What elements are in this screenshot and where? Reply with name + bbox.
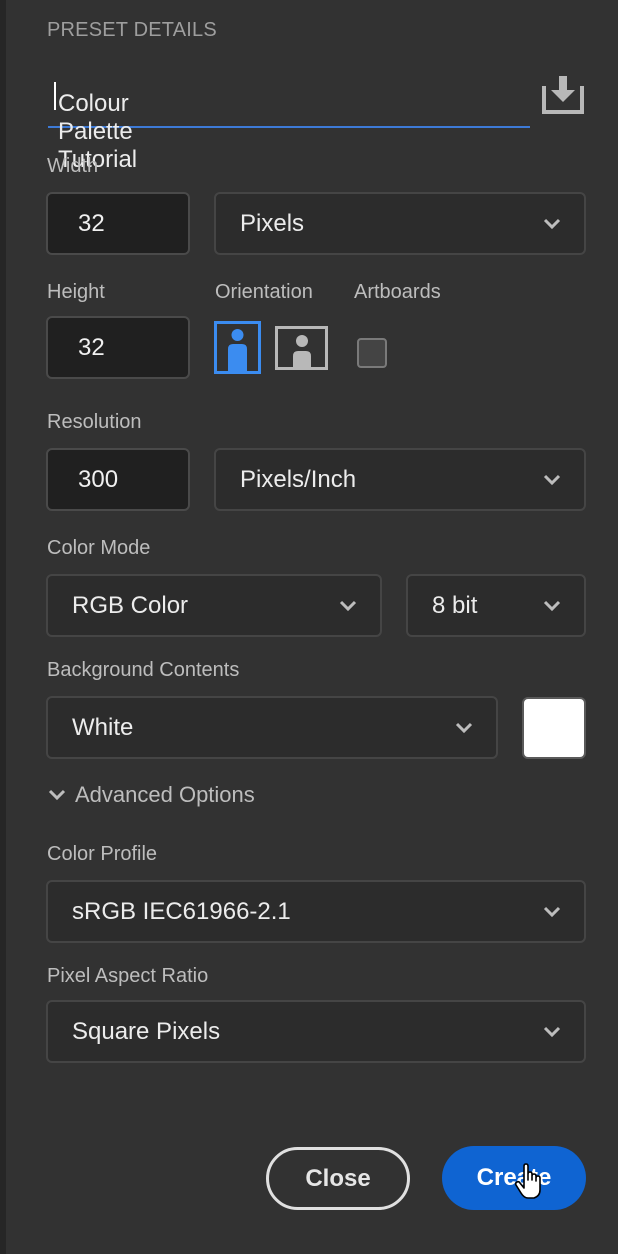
save-preset-icon (542, 76, 584, 114)
background-contents-value: White (72, 713, 134, 741)
pixel-aspect-ratio-value: Square Pixels (72, 1017, 221, 1045)
advanced-options-toggle[interactable]: Advanced Options (47, 782, 255, 808)
height-value: 32 (78, 333, 105, 361)
resolution-input[interactable]: 300 (46, 448, 190, 511)
width-unit-value: Pixels (240, 209, 305, 237)
preset-name-input[interactable]: Colour Palette Tutorial (48, 74, 530, 173)
width-label: Width (47, 155, 99, 177)
color-profile-select[interactable]: sRGB IEC61966-2.1 (46, 880, 586, 943)
chevron-down-icon (339, 600, 357, 611)
chevron-down-icon (543, 1026, 561, 1037)
background-color-swatch[interactable] (522, 697, 586, 759)
text-caret (54, 82, 56, 110)
chevron-down-icon (543, 906, 561, 917)
chevron-down-icon (455, 722, 473, 733)
chevron-down-icon (48, 789, 66, 801)
pixel-aspect-ratio-label: Pixel Aspect Ratio (47, 965, 209, 987)
orientation-label: Orientation (215, 281, 313, 303)
height-label: Height (47, 281, 105, 303)
landscape-orientation-icon (275, 326, 328, 370)
background-contents-select[interactable]: White (46, 696, 498, 759)
panel-edge (0, 0, 6, 1254)
bit-depth-select[interactable]: 8 bit (406, 574, 586, 637)
width-unit-select[interactable]: Pixels (214, 192, 586, 255)
chevron-down-icon (543, 218, 561, 229)
pixel-aspect-ratio-select[interactable]: Square Pixels (46, 1000, 586, 1063)
advanced-options-label: Advanced Options (75, 782, 255, 807)
color-profile-value: sRGB IEC61966-2.1 (72, 897, 291, 925)
save-preset-button[interactable] (540, 74, 586, 116)
color-mode-select[interactable]: RGB Color (46, 574, 382, 637)
resolution-value: 300 (78, 465, 119, 493)
close-button[interactable]: Close (266, 1147, 410, 1210)
width-input[interactable]: 32 (46, 192, 190, 255)
landscape-orientation-button[interactable] (275, 326, 329, 370)
color-mode-label: Color Mode (47, 537, 151, 559)
width-value: 32 (78, 209, 105, 237)
height-input[interactable]: 32 (46, 316, 190, 379)
section-title: PRESET DETAILS (47, 19, 217, 41)
background-contents-label: Background Contents (47, 659, 240, 681)
resolution-unit-select[interactable]: Pixels/Inch (214, 448, 586, 511)
portrait-orientation-icon (214, 321, 261, 374)
artboards-checkbox[interactable] (357, 338, 387, 368)
portrait-orientation-button[interactable] (214, 321, 261, 374)
chevron-down-icon (543, 600, 561, 611)
color-mode-value: RGB Color (72, 591, 189, 619)
chevron-down-icon (543, 474, 561, 485)
artboards-label: Artboards (354, 281, 441, 303)
bit-depth-value: 8 bit (432, 591, 478, 619)
resolution-label: Resolution (47, 411, 142, 433)
color-profile-label: Color Profile (47, 843, 158, 865)
hand-pointer-cursor (514, 1163, 541, 1199)
resolution-unit-value: Pixels/Inch (240, 465, 357, 493)
